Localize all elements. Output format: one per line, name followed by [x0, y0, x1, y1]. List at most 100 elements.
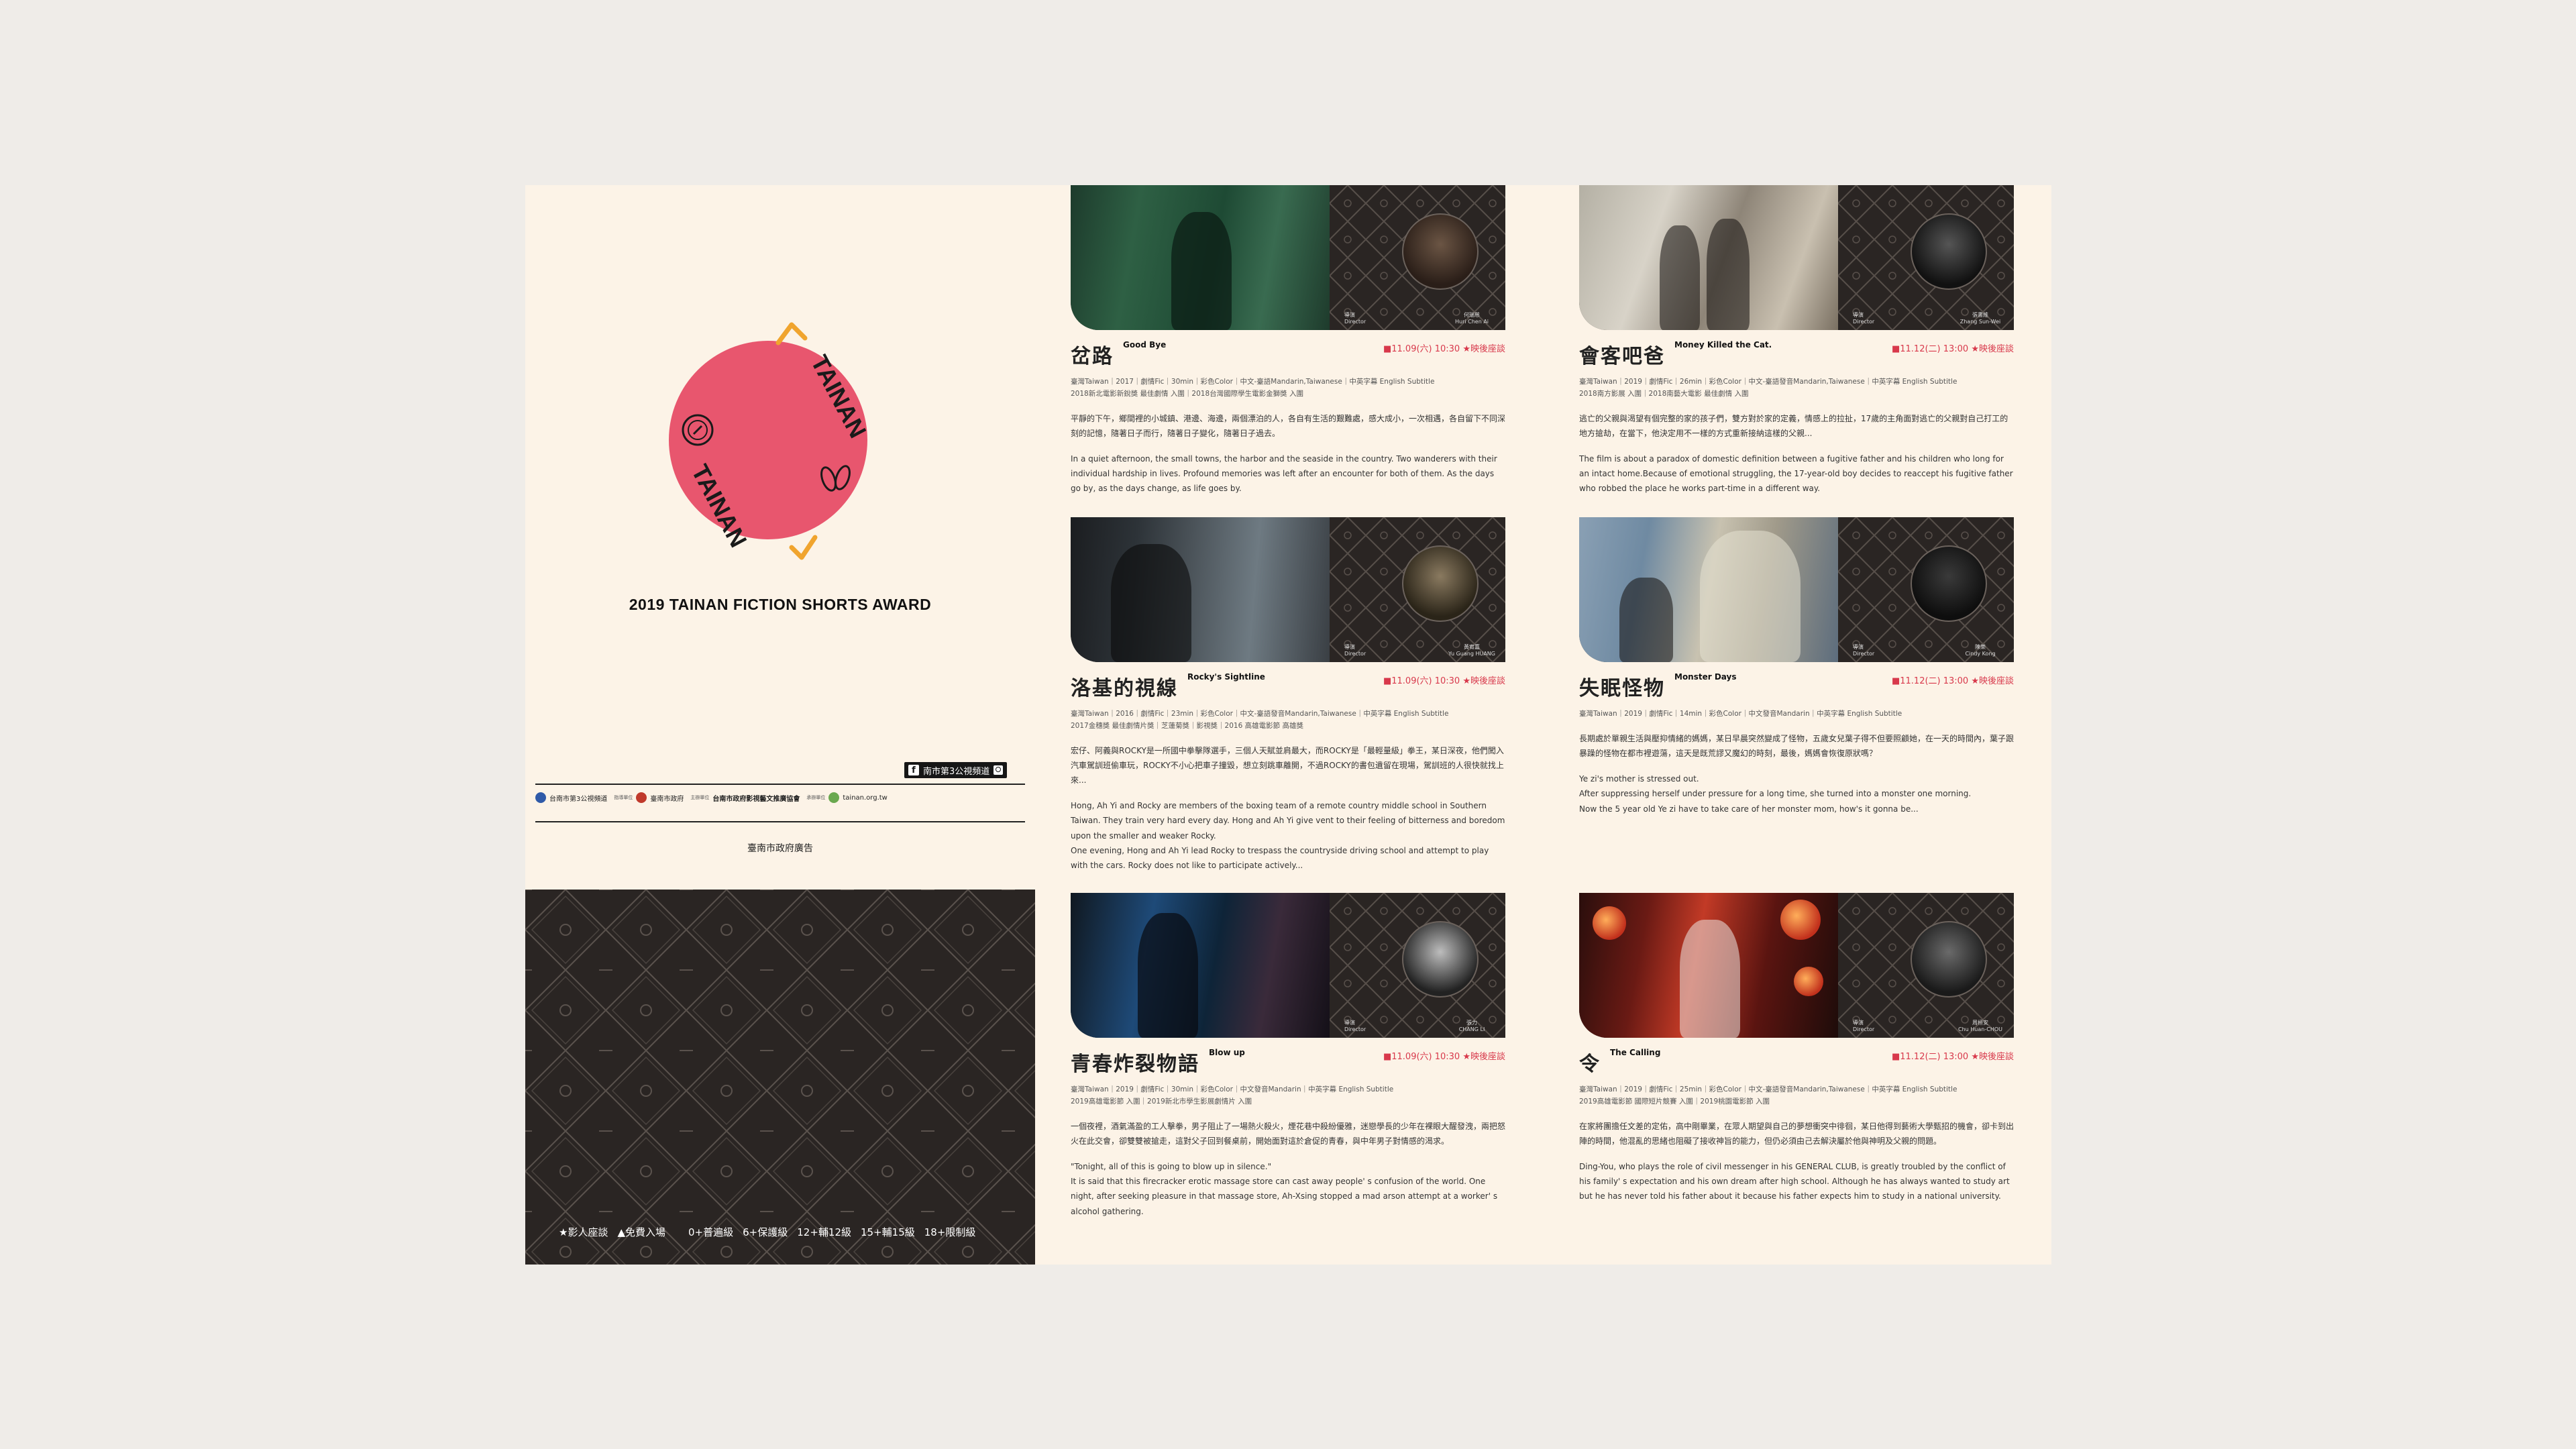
director-portrait [1402, 213, 1479, 290]
film-title-zh: 會客吧爸 [1579, 345, 1665, 368]
director-portrait [1911, 921, 1987, 998]
film-card: 導演 Director 周桓安 Chu Huan-CHOU 令 The Call… [1579, 893, 2014, 1204]
film-meta: 臺灣Taiwan｜2016｜劇情Fic｜23min｜彩色Color｜中文-臺語發… [1071, 710, 1449, 730]
sponsor-role: 指導單位 [614, 795, 633, 800]
synopsis-en: The film is about a paradox of domestic … [1579, 454, 2013, 494]
tainan-logo: TAINAN TAINAN [664, 319, 906, 561]
legend-item: 6+保護級 [743, 1226, 788, 1238]
synopsis-zh: 平靜的下午，鄉間裡的小城鎮、港邊、海邊，兩個漂泊的人，各自有生活的艱難處，感大成… [1071, 413, 1506, 438]
search-icon [994, 765, 1004, 775]
sponsor-role: 承辦單位 [806, 795, 826, 800]
legend-item: 18+限制級 [924, 1226, 976, 1238]
screening-time: ■11.09(六) 10:30 ★映後座談 [1383, 676, 1505, 686]
film-title-zh: 岔路 [1071, 345, 1114, 368]
film-title-zh: 令 [1579, 1053, 1601, 1076]
director-name: 張書維 Zhang Sun-Wei [1960, 312, 2001, 325]
director-portrait [1402, 921, 1479, 998]
sponsor-name: tainan.org.tw [843, 794, 888, 802]
director-label: 導演 Director [1344, 1020, 1366, 1032]
legend-item: ▲免費入場 [617, 1226, 665, 1238]
film-still [1579, 893, 1838, 1038]
synopsis-zh: 在家將團擔任文差的定佑，高中剛畢業，在眾人期望與自己的夢想衝突中徘徊，某日他得到… [1579, 1121, 2015, 1146]
sponsor-item: 承辦單位 tainan.org.tw [806, 792, 888, 803]
film-meta: 臺灣Taiwan｜2019｜劇情Fic｜30min｜彩色Color｜中文發音Ma… [1071, 1085, 1394, 1106]
sponsor-row: 台南市第3公視頻道 指導單位 臺南市政府 主辦單位 台南市政府影視藝文推廣協會 … [535, 792, 1025, 803]
director-portrait [1911, 545, 1987, 622]
director-name: 周桓安 Chu Huan-CHOU [1958, 1020, 2002, 1032]
program-sheet: TAINAN TAINAN 2019 TAINAN FICTION SHORTS… [525, 185, 2051, 1265]
synopsis-en: Ye zi's mother is stressed out. After su… [1579, 774, 1972, 814]
film-title-row: 失眠怪物 Monster Days ■11.12(二) 13:00 ★映後座談 [1579, 672, 2014, 699]
film-title-en: Monster Days [1674, 672, 1737, 682]
film-title-en: Blow up [1209, 1048, 1245, 1057]
cover-panel: TAINAN TAINAN 2019 TAINAN FICTION SHORTS… [525, 185, 1035, 890]
film-still [1071, 185, 1330, 330]
film-banner: 導演 Director 何瑞慈 Huri Chen Ai [1071, 185, 1505, 330]
film-meta: 臺灣Taiwan｜2019｜劇情Fic｜14min｜彩色Color｜中文發音Ma… [1579, 710, 1902, 718]
synopsis-zh: 一個夜裡，酒氣滿盈的工人擊拳，男子阻止了一場熱火殺火，煙花巷中殺紛優雅，迷戀學長… [1071, 1121, 1506, 1146]
synopsis-en: "Tonight, all of this is going to blow u… [1071, 1162, 1498, 1216]
screening-time: ■11.12(二) 13:00 ★映後座談 [1891, 1052, 2014, 1062]
award-title: 2019 TAINAN FICTION SHORTS AWARD [629, 596, 932, 613]
film-title-zh: 失眠怪物 [1579, 677, 1665, 700]
film-title-row: 青春炸裂物語 Blow up ■11.09(六) 10:30 ★映後座談 [1071, 1048, 1505, 1075]
film-title-row: 會客吧爸 Money Killed the Cat. ■11.12(二) 13:… [1579, 340, 2014, 367]
screening-time: ■11.09(六) 10:30 ★映後座談 [1383, 1052, 1505, 1062]
director-name: 黃宥嘉 Yu Guang HUANG [1448, 644, 1495, 657]
film-title-row: 令 The Calling ■11.12(二) 13:00 ★映後座談 [1579, 1048, 2014, 1075]
film-title-row: 洛基的視線 Rocky's Sightline ■11.09(六) 10:30 … [1071, 672, 1505, 699]
screening-time: ■11.12(二) 13:00 ★映後座談 [1891, 344, 2014, 354]
film-title-row: 岔路 Good Bye ■11.09(六) 10:30 ★映後座談 [1071, 340, 1505, 367]
director-label: 導演 Director [1853, 644, 1875, 657]
director-label: 導演 Director [1853, 1020, 1875, 1032]
director-label: 導演 Director [1344, 312, 1366, 325]
film-title-en: Good Bye [1123, 340, 1167, 350]
film-still [1579, 517, 1838, 662]
legend-item: 12+輔12級 [797, 1226, 851, 1238]
film-banner: 導演 Director 周桓安 Chu Huan-CHOU [1579, 893, 2014, 1038]
director-portrait [1911, 213, 1987, 290]
film-banner: 導演 Director 陳樂 Cindy Kong [1579, 517, 2014, 662]
legend-ratings: 0+普遍級 6+保護級 12+輔12級 15+輔15級 18+限制級 [688, 1225, 975, 1239]
director-name: 何瑞慈 Huri Chen Ai [1454, 312, 1489, 325]
director-label: 導演 Director [1344, 644, 1366, 657]
film-title-en: Rocky's Sightline [1187, 672, 1265, 682]
sponsor-logo-icon [828, 792, 840, 803]
legend-symbols: ★影人座談 ▲免費入場 [559, 1225, 665, 1239]
director-label: 導演 Director [1853, 312, 1875, 325]
screening-time: ■11.09(六) 10:30 ★映後座談 [1383, 344, 1505, 354]
film-title-zh: 洛基的視線 [1071, 677, 1178, 700]
facebook-channel-tag[interactable]: f 南市第3公視頻道 [904, 762, 1008, 778]
legend-item: 15+輔15級 [861, 1226, 915, 1238]
sponsor-name: 台南市政府影視藝文推廣協會 [712, 795, 800, 803]
film-card: 導演 Director 張書維 Zhang Sun-Wei 會客吧爸 Money… [1579, 185, 2014, 496]
film-banner: 導演 Director 張書維 Zhang Sun-Wei [1579, 185, 2014, 330]
film-still [1071, 893, 1330, 1038]
legend-item: ★影人座談 [559, 1226, 608, 1238]
director-name: 張力 CHANG LI [1458, 1020, 1485, 1032]
synopsis-en: Hong, Ah Yi and Rocky are members of the… [1071, 801, 1505, 870]
synopsis-zh: 逃亡的父親與渴望有個完整的家的孩子們，雙方對於家的定義，情感上的拉扯，17歲的主… [1579, 413, 2008, 438]
film-meta: 臺灣Taiwan｜2017｜劇情Fic｜30min｜彩色Color｜中文-臺語M… [1071, 378, 1435, 398]
divider [535, 821, 1025, 822]
film-banner: 導演 Director 黃宥嘉 Yu Guang HUANG [1071, 517, 1505, 662]
rating-legend: ★影人座談 ▲免費入場 0+普遍級 6+保護級 12+輔12級 15+輔15級 … [559, 1225, 1015, 1239]
synopsis-zh: 長期處於單親生活與壓抑情緒的媽媽，某日早晨突然變成了怪物，五歲女兒葉子得不但要照… [1579, 733, 2015, 759]
facebook-channel-label: 南市第3公視頻道 [923, 766, 990, 777]
film-title-zh: 青春炸裂物語 [1071, 1053, 1199, 1076]
film-card: 導演 Director 何瑞慈 Huri Chen Ai 岔路 Good Bye… [1071, 185, 1505, 496]
film-card: 導演 Director 陳樂 Cindy Kong 失眠怪物 Monster D… [1579, 517, 2014, 816]
sponsor-name: 台南市第3公視頻道 [549, 795, 608, 803]
sponsor-item: 指導單位 臺南市政府 [614, 792, 684, 803]
synopsis-en: Ding-You, who plays the role of civil me… [1579, 1162, 2010, 1201]
facebook-icon: f [908, 765, 919, 775]
film-still [1071, 517, 1330, 662]
sponsor-item: 主辦單位 台南市政府影視藝文推廣協會 [690, 793, 800, 803]
screening-time: ■11.12(二) 13:00 ★映後座談 [1891, 676, 2014, 686]
film-meta: 臺灣Taiwan｜2019｜劇情Fic｜26min｜彩色Color｜中文-臺語發… [1579, 378, 1957, 398]
film-title-en: The Calling [1610, 1048, 1661, 1057]
sponsor-logo-icon [636, 792, 647, 803]
film-title-en: Money Killed the Cat. [1674, 340, 1772, 350]
legend-item: 0+普遍級 [688, 1226, 734, 1238]
synopsis-zh: 宏仔、阿義與ROCKY是一所國中拳擊隊選手，三個人天賦並肩最大，而ROCKY是「… [1071, 745, 1504, 786]
